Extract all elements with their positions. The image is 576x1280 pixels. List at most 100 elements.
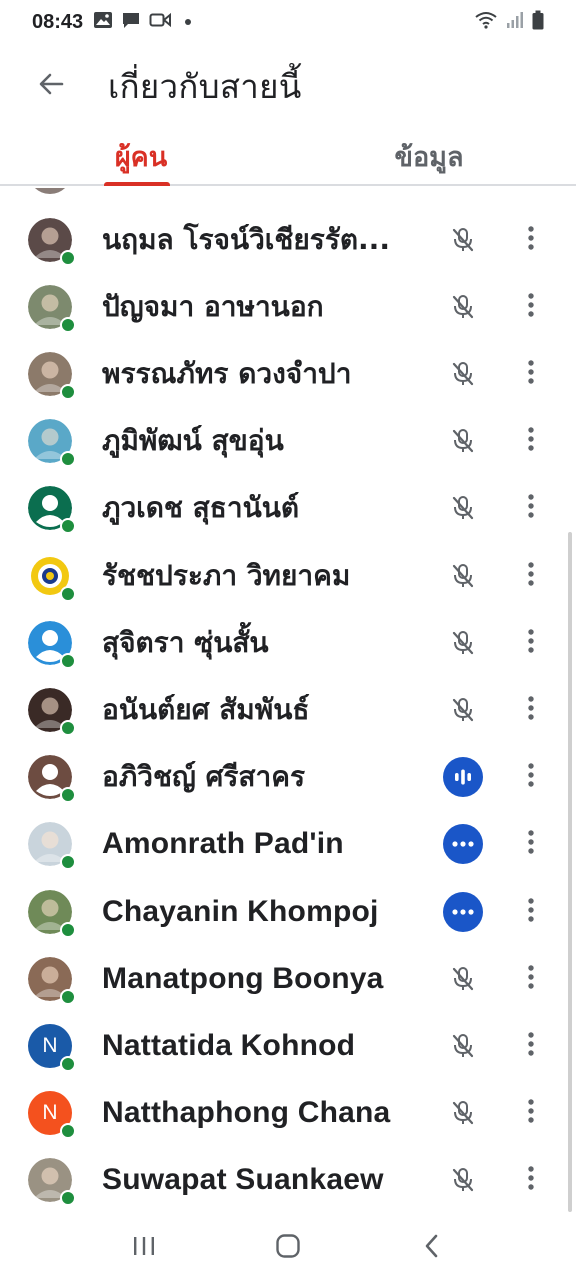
participant-row[interactable]: พรรณภัทร ดวงจำปา: [0, 340, 576, 407]
more-vert-icon: [527, 695, 535, 725]
participant-name: ปัญจมา อาษานอก: [102, 289, 324, 323]
home-icon: [275, 1233, 301, 1263]
participant-name: Amonrath Pad'in: [102, 827, 344, 861]
mic-off-icon: [443, 623, 483, 663]
tab-info[interactable]: ข้อมูล: [288, 128, 576, 184]
mic-off-icon: [443, 1093, 483, 1133]
recents-button[interactable]: [114, 1220, 174, 1276]
more-options-button[interactable]: [514, 218, 548, 262]
participant-name: ภูมิพัฒน์ สุขอุ่น: [102, 424, 284, 458]
participant-row[interactable]: ภูวเดช สุธานันต์: [0, 475, 576, 542]
back-button[interactable]: [21, 56, 81, 116]
participant-row[interactable]: นฤมล โรจน์วิเชียรรัต...: [0, 206, 576, 273]
mic-off-icon: [443, 287, 483, 327]
nav-back-button[interactable]: [402, 1220, 462, 1276]
participant-row[interactable]: Manatpong Boonya: [0, 945, 576, 1012]
avatar: [28, 217, 76, 266]
page-title: เกี่ยวกับสายนี้: [108, 66, 302, 106]
participant-name: อนันต์ยศ สัมพันธ์: [102, 692, 310, 726]
more-vert-icon: [527, 561, 535, 591]
more-options-button[interactable]: [514, 755, 548, 799]
more-options-button[interactable]: [514, 957, 548, 1001]
participant-row[interactable]: สุจิตรา ซุ่นสั้น: [0, 609, 576, 676]
avatar: [28, 687, 76, 736]
mic-off-icon: [443, 1026, 483, 1066]
status-bar: 08:43: [0, 0, 576, 44]
presence-indicator: [60, 988, 76, 1005]
more-vert-icon: [527, 493, 535, 523]
participant-name: Natthaphong Chana: [102, 1096, 391, 1130]
notification-icons: [93, 11, 192, 34]
more-options-button[interactable]: [514, 621, 548, 665]
mic-off-icon: [443, 556, 483, 596]
tab-people[interactable]: ผู้คน: [0, 128, 288, 186]
presence-indicator: [60, 518, 76, 535]
participant-row[interactable]: รัชชประภา วิทยาคม: [0, 542, 576, 609]
more-options-button[interactable]: [514, 822, 548, 866]
more-options-button[interactable]: [514, 352, 548, 396]
presence-indicator: [60, 1123, 76, 1140]
more-options-button[interactable]: [514, 1024, 548, 1068]
participant-name: พรรณภัทร ดวงจำปา: [102, 356, 352, 390]
avatar-letter: N: [42, 1101, 58, 1125]
more-options-button[interactable]: [514, 554, 548, 598]
presence-indicator: [60, 854, 76, 871]
participant-name: ภูวเดช สุธานันต์: [102, 491, 300, 525]
participant-name: สุจิตรา ซุ่นสั้น: [102, 625, 269, 659]
tab-info-label: ข้อมูล: [394, 141, 464, 173]
signal-icon: [506, 11, 524, 34]
presence-indicator: [60, 787, 76, 804]
more-vert-icon: [527, 897, 535, 927]
participant-row[interactable]: Suwapat Suankaew: [0, 1147, 576, 1214]
participant-row[interactable]: Amonrath Pad'in: [0, 811, 576, 878]
speaking-indicator-icon: [443, 757, 483, 798]
more-vert-icon: [527, 1165, 535, 1195]
list-item-partial: [0, 188, 576, 194]
recents-icon: [132, 1235, 156, 1261]
participant-name: Suwapat Suankaew: [102, 1163, 384, 1197]
participant-row[interactable]: ภูมิพัฒน์ สุขอุ่น: [0, 408, 576, 475]
avatar: [28, 620, 76, 669]
more-options-button[interactable]: [514, 688, 548, 732]
scrollbar[interactable]: [568, 532, 572, 1212]
avatar: [28, 822, 76, 871]
more-options-button[interactable]: [514, 285, 548, 329]
more-vert-icon: [527, 225, 535, 255]
participant-list[interactable]: นฤมล โรจน์วิเชียรรัต... ปัญจมา อาษานอกพรร…: [0, 188, 576, 1216]
tab-bar: ผู้คน ข้อมูล: [0, 128, 576, 186]
more-vert-icon: [527, 829, 535, 859]
more-options-button[interactable]: [514, 890, 548, 934]
presence-indicator: [60, 249, 76, 266]
home-button[interactable]: [258, 1220, 318, 1276]
more-vert-icon: [527, 1031, 535, 1061]
participant-row[interactable]: อนันต์ยศ สัมพันธ์: [0, 676, 576, 743]
more-vert-icon: [527, 762, 535, 792]
more-vert-icon: [527, 1098, 535, 1128]
tab-people-label: ผู้คน: [114, 141, 168, 173]
participant-row[interactable]: N Nattatida Kohnod: [0, 1012, 576, 1079]
more-options-button[interactable]: [514, 486, 548, 530]
image-icon: [93, 11, 113, 34]
more-options-button[interactable]: [514, 419, 548, 463]
participant-row[interactable]: อภิวิชญ์ ศรีสาคร: [0, 744, 576, 811]
presence-indicator: [60, 585, 76, 602]
participant-name: นฤมล โรจน์วิเชียรรัต...: [102, 222, 390, 256]
avatar: [28, 1158, 76, 1207]
avatar: [28, 956, 76, 1005]
more-vert-icon: [527, 628, 535, 658]
wifi-icon: [474, 11, 498, 34]
tab-active-indicator: [104, 182, 170, 186]
participant-row[interactable]: ปัญจมา อาษานอก: [0, 273, 576, 340]
participant-row[interactable]: N Natthaphong Chana: [0, 1080, 576, 1147]
presence-indicator: [60, 316, 76, 333]
participant-row[interactable]: Chayanin Khompoj: [0, 878, 576, 945]
more-vert-icon: [527, 964, 535, 994]
more-options-button[interactable]: [514, 1158, 548, 1202]
mic-off-icon: [443, 421, 483, 461]
participant-name: Nattatida Kohnod: [102, 1028, 356, 1062]
dot-icon: [185, 19, 192, 25]
presence-indicator: [60, 719, 76, 736]
video-icon: [149, 11, 172, 34]
avatar: N: [28, 1023, 76, 1072]
more-options-button[interactable]: [514, 1091, 548, 1135]
